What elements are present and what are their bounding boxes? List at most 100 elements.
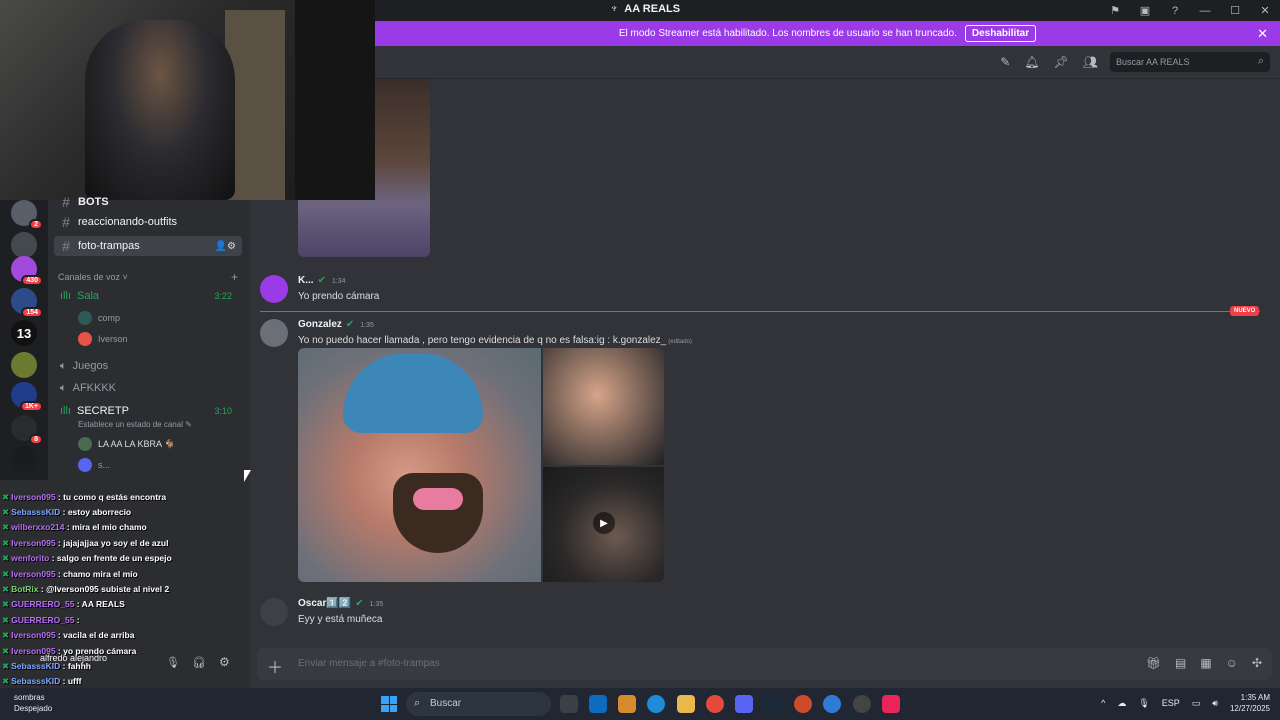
sticker-icon[interactable]: ▦ bbox=[1200, 656, 1211, 670]
voice-user[interactable]: s... bbox=[78, 458, 110, 472]
voice-channels-header[interactable]: Canales de voz ˅ bbox=[58, 272, 128, 282]
start-button[interactable] bbox=[381, 696, 397, 712]
server-icon[interactable]: 154 bbox=[11, 288, 43, 318]
tiktok-icon[interactable] bbox=[882, 695, 900, 713]
inbox-icon[interactable]: ⚑ bbox=[1100, 2, 1130, 19]
headphones-icon[interactable]: 🎧︎ bbox=[192, 656, 206, 669]
voice-channel-juegos[interactable]: 🔈︎ Juegos bbox=[54, 356, 242, 376]
hash-icon: # bbox=[62, 214, 70, 230]
app-icon[interactable] bbox=[823, 695, 841, 713]
gift-icon[interactable]: 🎁︎ bbox=[1146, 656, 1161, 670]
threads-icon[interactable]: ✎ bbox=[1000, 55, 1010, 69]
chrome-icon[interactable] bbox=[706, 695, 724, 713]
speaker-icon: 🔈︎ bbox=[60, 359, 67, 372]
close-button[interactable]: ✕ bbox=[1250, 2, 1280, 19]
hash-icon: # bbox=[62, 194, 70, 210]
message-author[interactable]: Gonzalez ✔ 1:35 bbox=[298, 319, 374, 330]
file-explorer-icon[interactable] bbox=[677, 695, 695, 713]
message-author[interactable]: K... ✔ 1:34 bbox=[298, 275, 346, 286]
screen-share-icon[interactable]: ▣ bbox=[1130, 2, 1160, 19]
disable-streamer-button[interactable]: Deshabilitar bbox=[964, 25, 1037, 42]
system-tray: ^ ☁ 🎙︎ ESP ▭ 🔊︎ 1:35 AM 12/27/2025 bbox=[1101, 692, 1270, 714]
composer-tools: 🎁︎ ▤ ▦ ☺ ✣ bbox=[1146, 656, 1262, 670]
clock[interactable]: 1:35 AM 12/27/2025 bbox=[1230, 692, 1270, 714]
voice-channel-secretp[interactable]: ıllı SECRETP 3:10 bbox=[54, 401, 242, 421]
add-attachment-icon[interactable]: ＋ bbox=[267, 654, 283, 678]
pin-icon[interactable]: 📌︎ bbox=[1054, 55, 1069, 69]
edge-icon[interactable] bbox=[647, 695, 665, 713]
taskbar-search[interactable]: ⌕ Buscar bbox=[406, 692, 551, 716]
avatar[interactable] bbox=[260, 275, 288, 303]
network-icon[interactable]: ☁ bbox=[1117, 698, 1126, 709]
server-icon[interactable] bbox=[11, 232, 37, 258]
chat-line: ✖ Iverson095 : jajajajjaa yo soy el de az… bbox=[2, 538, 169, 548]
help-icon[interactable]: ? bbox=[1160, 2, 1190, 19]
voice-user[interactable]: LA AA LA KBRA 🐐 bbox=[78, 437, 175, 451]
title-bar-controls: ⚑ ▣ ? — ☐ ✕ bbox=[1100, 2, 1280, 19]
message-composer[interactable]: ＋ Enviar mensaje a #foto-trampas 🎁︎ ▤ ▦ … bbox=[257, 648, 1272, 680]
apps-icon[interactable]: ✣ bbox=[1252, 656, 1262, 670]
voice-icon: ıllı bbox=[60, 405, 71, 417]
new-messages-divider bbox=[260, 311, 1260, 312]
avatar[interactable] bbox=[260, 598, 288, 626]
close-icon[interactable]: ✕ bbox=[1257, 26, 1268, 42]
weather-widget[interactable]: sombras Despejado bbox=[14, 692, 52, 714]
members-icon[interactable]: 👥︎ bbox=[1083, 55, 1098, 69]
search-input[interactable]: Buscar AA REALS ⌕ bbox=[1110, 52, 1270, 72]
webcam-person bbox=[85, 20, 235, 200]
microphone-icon[interactable]: 🎙︎ bbox=[166, 656, 180, 669]
chat-line: ✖ Iverson095 : chamo mira el mío bbox=[2, 569, 138, 579]
app-icon[interactable] bbox=[794, 695, 812, 713]
play-icon[interactable]: ▶ bbox=[593, 512, 615, 534]
message-text: Eyy y está muñeca bbox=[298, 614, 383, 625]
message-image[interactable] bbox=[543, 348, 664, 465]
hash-icon: # bbox=[62, 238, 70, 254]
gif-icon[interactable]: ▤ bbox=[1175, 656, 1186, 670]
steam-icon[interactable] bbox=[765, 695, 783, 713]
avatar[interactable] bbox=[260, 319, 288, 347]
verified-icon: ✔ bbox=[345, 319, 355, 330]
maximize-button[interactable]: ☐ bbox=[1220, 2, 1250, 19]
user-settings-icon[interactable]: ⚙ bbox=[219, 655, 230, 669]
speaker-icon: 🔈︎ bbox=[60, 381, 67, 394]
channel-reaccionando-outfits[interactable]: # reaccionando-outfits bbox=[54, 212, 242, 232]
server-icon[interactable]: 13 bbox=[11, 320, 37, 346]
volume-icon[interactable]: 🔊︎ bbox=[1212, 698, 1218, 709]
server-icon[interactable]: 8 bbox=[11, 415, 43, 445]
message-image[interactable] bbox=[298, 348, 541, 582]
language-indicator[interactable]: ESP bbox=[1162, 698, 1180, 708]
server-icon[interactable] bbox=[11, 352, 37, 378]
server-icon[interactable]: 430 bbox=[11, 256, 43, 286]
copilot-icon[interactable] bbox=[618, 695, 636, 713]
avatar bbox=[78, 437, 92, 451]
voice-user[interactable]: Iverson bbox=[78, 332, 128, 346]
voice-user[interactable]: comp bbox=[78, 311, 120, 325]
chat-line: ✖ wenforito : salgo en frente de un espej… bbox=[2, 553, 172, 563]
channel-status[interactable]: Establece un estado de canal ✎ bbox=[78, 420, 192, 429]
wifi-icon[interactable]: ▭ bbox=[1192, 698, 1201, 709]
outlook-icon[interactable] bbox=[589, 695, 607, 713]
task-view-icon[interactable] bbox=[560, 695, 578, 713]
channel-bots[interactable]: # BOTS bbox=[54, 192, 242, 212]
server-icon[interactable]: 1K+ bbox=[11, 382, 43, 412]
beard-shape bbox=[393, 473, 483, 553]
server-icon[interactable]: 2 bbox=[11, 200, 43, 230]
microphone-icon[interactable]: 🎙︎ bbox=[1138, 698, 1149, 709]
voice-channel-sala[interactable]: ıllı Sala 3:22 bbox=[54, 286, 242, 306]
invite-settings-icon[interactable]: 👤⚙ bbox=[215, 241, 236, 252]
bell-icon[interactable]: 🔔︎ bbox=[1024, 55, 1039, 69]
discord-icon[interactable] bbox=[735, 695, 753, 713]
voice-channel-afkkkk[interactable]: 🔈︎ AFKKKK bbox=[54, 378, 242, 398]
minimize-button[interactable]: — bbox=[1190, 2, 1220, 19]
chevron-up-icon[interactable]: ^ bbox=[1101, 698, 1105, 708]
add-channel-icon[interactable]: + bbox=[231, 270, 238, 284]
user-name: alfredo alejandro bbox=[40, 653, 108, 663]
verified-icon: ✔ bbox=[317, 275, 326, 286]
message-author[interactable]: Oscar1️⃣2️⃣ ✔ 1:35 bbox=[298, 598, 383, 609]
emoji-icon[interactable]: ☺ bbox=[1226, 656, 1238, 670]
server-icon[interactable] bbox=[11, 446, 37, 472]
obs-icon[interactable] bbox=[853, 695, 871, 713]
channel-foto-trampas[interactable]: # foto-trampas 👤⚙ bbox=[54, 236, 242, 256]
search-icon: ⌕ bbox=[414, 697, 421, 709]
message-video[interactable]: ▶ bbox=[543, 467, 664, 582]
